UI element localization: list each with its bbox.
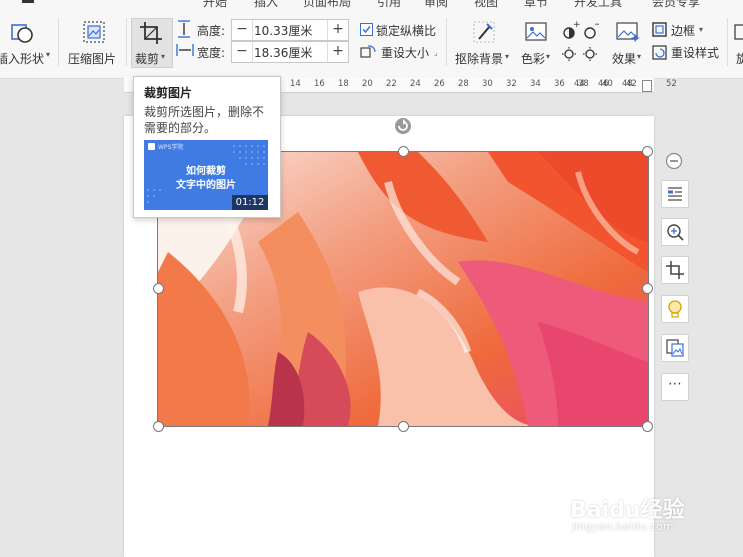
lock-ratio-checkbox[interactable] [360, 23, 373, 36]
rotate-label[interactable]: 旋 [736, 50, 743, 67]
menu-tabs: 开始 插入 页面布局 引用 审阅 视图 章节 开发工具 会员专享 [0, 0, 743, 10]
crop-tooltip: 裁剪图片 裁剪所选图片，删除不需要的部分。 WPS学院 如何裁剪 文字中的图片 … [133, 76, 281, 218]
rotate-icon[interactable] [734, 22, 743, 42]
compress-picture-icon[interactable] [82, 20, 106, 44]
height-icon [178, 20, 190, 38]
crop-side-icon [666, 261, 684, 279]
height-decrease-button[interactable]: − [232, 20, 253, 40]
width-label: 宽度: [197, 46, 226, 60]
resize-handle-left[interactable] [153, 283, 164, 294]
resize-handle-top[interactable] [398, 146, 409, 157]
lock-ratio-label[interactable]: 锁定纵横比 [376, 22, 436, 39]
more-options-button[interactable]: ⋯ [661, 373, 689, 401]
tab-developer[interactable]: 开发工具 [574, 0, 622, 10]
color-icon[interactable] [524, 20, 548, 44]
video-title-line1: 如何裁剪 [186, 166, 226, 177]
layout-options-icon [668, 187, 682, 201]
insert-shape-label[interactable]: 插入形状 [0, 50, 44, 67]
svg-text:−: − [594, 21, 599, 30]
tab-chapter[interactable]: 章节 [524, 0, 548, 10]
tooltip-video-thumbnail[interactable]: WPS学院 如何裁剪 文字中的图片 01:12 [144, 140, 268, 210]
insert-shape-icon[interactable] [10, 20, 36, 46]
smart-suggestion-button[interactable] [661, 295, 689, 323]
width-icon [176, 44, 194, 56]
zoom-in-icon [667, 224, 684, 241]
reset-style-button[interactable]: 重设样式 [671, 44, 719, 61]
svg-text:+: + [573, 21, 581, 30]
tooltip-title: 裁剪图片 [144, 86, 193, 100]
resize-handle-bottom[interactable] [398, 421, 409, 432]
reset-size-icon [360, 45, 376, 58]
reset-style-icon [652, 45, 667, 60]
height-spinner[interactable]: − 10.33厘米 + [231, 19, 349, 41]
watermark-url: jingyan.baidu.com [572, 520, 674, 533]
height-label: 高度: [197, 24, 226, 38]
video-brand: WPS学院 [158, 144, 184, 151]
ribbon-toolbar: 开始 插入 页面布局 引用 审阅 视图 章节 开发工具 会员专享 插入形状 ▾ … [0, 0, 743, 79]
layout-options-button[interactable] [661, 180, 689, 208]
effects-icon[interactable] [615, 20, 641, 44]
tab-home[interactable]: 开始 [203, 0, 227, 10]
width-spinner[interactable]: − 18.36厘米 + [231, 41, 349, 63]
width-increase-button[interactable]: + [327, 42, 348, 62]
collapse-toolbar-icon[interactable] [665, 152, 683, 170]
more-icon: ⋯ [668, 376, 682, 392]
remove-background-icon[interactable] [472, 20, 496, 44]
remove-background-button[interactable]: 抠除背景 [455, 50, 503, 67]
zoom-in-button[interactable] [661, 218, 689, 246]
rotate-handle-icon[interactable] [393, 116, 413, 136]
wps-logo-icon [148, 143, 155, 150]
crop-icon [140, 22, 162, 44]
reset-size-button[interactable]: 重设大小 [381, 44, 429, 61]
picture-to-text-button[interactable] [661, 334, 689, 362]
color-button[interactable]: 色彩 [521, 50, 545, 67]
resize-handle-right[interactable] [642, 283, 653, 294]
resize-handle-bottom-right[interactable] [642, 421, 653, 432]
lightbulb-icon [668, 300, 682, 318]
tab-view[interactable]: 视图 [474, 0, 498, 10]
ruler-tick-44: 44 [574, 79, 585, 89]
menu-indicator [22, 0, 34, 3]
brightness-contrast-icon[interactable]: + − [561, 21, 599, 61]
resize-handle-top-right[interactable] [642, 146, 653, 157]
ruler-tick-52: 52 [666, 79, 677, 89]
crop-label: 裁剪 [135, 52, 160, 66]
compress-picture-button[interactable]: 压缩图片 [68, 50, 116, 67]
tooltip-description: 裁剪所选图片，删除不需要的部分。 [144, 105, 265, 135]
height-increase-button[interactable]: + [327, 20, 348, 40]
tab-insert[interactable]: 插入 [254, 0, 278, 10]
check-icon [362, 26, 371, 34]
tab-member[interactable]: 会员专享 [652, 0, 700, 10]
video-title-line2: 文字中的图片 [176, 180, 236, 191]
ruler-tick-46: 46 [598, 79, 609, 89]
video-duration: 01:12 [232, 195, 268, 210]
picture-convert-icon [666, 339, 684, 357]
tab-references[interactable]: 引用 [377, 0, 401, 10]
border-button[interactable]: 边框 [671, 22, 695, 39]
crop-side-button[interactable] [661, 256, 689, 284]
width-decrease-button[interactable]: − [232, 42, 253, 62]
tab-page-layout[interactable]: 页面布局 [303, 0, 351, 10]
border-icon [652, 22, 667, 37]
height-input[interactable]: 10.33厘米 [254, 22, 312, 39]
effects-button[interactable]: 效果 [612, 50, 636, 67]
ruler-tick-48: 48 [622, 79, 633, 89]
tab-review[interactable]: 审阅 [424, 0, 448, 10]
width-input[interactable]: 18.36厘米 [254, 44, 312, 61]
resize-handle-bottom-left[interactable] [153, 421, 164, 432]
